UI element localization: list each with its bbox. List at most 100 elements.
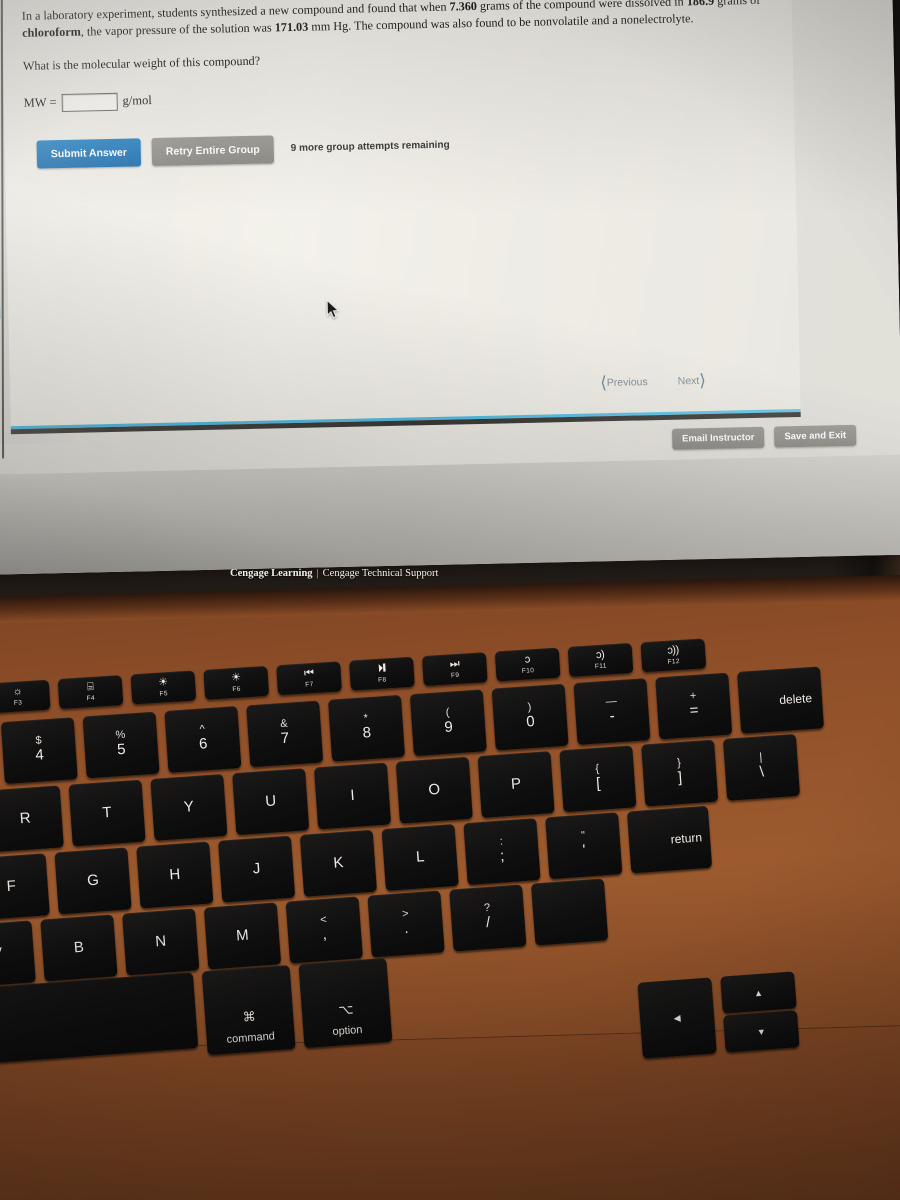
key-B[interactable]: B [40, 914, 118, 982]
key-primary-label: ] [677, 769, 683, 787]
save-and-exit-button[interactable]: Save and Exit [774, 424, 857, 448]
key-space[interactable] [0, 972, 199, 1073]
key-I[interactable]: I [313, 762, 392, 830]
key-shift-label: ( [445, 706, 450, 720]
function-key-label: F5 [159, 690, 169, 698]
key-f5[interactable]: ☀ F5 [130, 670, 197, 705]
key-][interactable]: }] [641, 739, 719, 807]
function-key-label: F3 [13, 699, 23, 707]
next-button[interactable]: Next⟩ [677, 371, 707, 392]
key-delete[interactable]: delete [737, 666, 825, 734]
arrow-up-key[interactable]: ▲ [720, 971, 797, 1014]
next-label: Next [677, 374, 700, 388]
key-return[interactable]: return [626, 805, 713, 874]
function-key-label: F7 [305, 681, 314, 689]
key-V[interactable]: V [0, 920, 36, 988]
key-O[interactable]: O [395, 756, 473, 824]
keyboard[interactable]: ☼F3⌸F4☀F5☀F6⏮F7⏵❙F8⏭F9ᴐF10ᴐ)F11ᴐ))F12 #3… [0, 638, 900, 1073]
footer-action-buttons: Email Instructor Save and Exit [671, 424, 857, 450]
key-option[interactable]: ⌥ option [298, 957, 393, 1049]
key-M[interactable]: M [203, 902, 282, 970]
key-comma[interactable]: <, [285, 896, 363, 964]
key-primary-label: K [332, 853, 344, 872]
key-N[interactable]: N [122, 908, 200, 976]
key-[[interactable]: {[ [559, 745, 637, 813]
function-key-icon: ᴐ [524, 653, 531, 666]
function-key-icon: ⏭ [449, 657, 460, 671]
answer-unit: g/mol [122, 93, 152, 108]
key-5[interactable]: % 5 [82, 711, 160, 779]
cengage-learning-link[interactable]: Cengage Learning [230, 568, 313, 579]
key-J[interactable]: J [217, 835, 296, 903]
key-f7[interactable]: ⏮ F7 [276, 661, 342, 696]
cengage-support-link[interactable]: Cengage Technical Support [323, 568, 439, 579]
molecular-weight-input[interactable] [61, 92, 118, 112]
function-key-label: F4 [86, 694, 96, 703]
key-primary-label: . [403, 919, 410, 938]
compound-mass-value: 7.360 [449, 0, 478, 14]
key-right-shift[interactable] [530, 878, 609, 946]
key-primary-label: I [349, 786, 356, 804]
arrow-key-cluster[interactable]: ◀ ▲ ▼ [637, 971, 800, 1059]
function-key-icon: ⏵❙ [377, 662, 386, 675]
key-8[interactable]: * 8 [327, 694, 406, 762]
key-Y[interactable]: Y [150, 773, 228, 841]
key-f9[interactable]: ⏭ F9 [421, 652, 488, 687]
key-shift-label: > [401, 907, 409, 921]
option-icon: ⌥ [337, 1001, 354, 1018]
key-f11[interactable]: ᴐ) F11 [567, 642, 634, 677]
function-key-icon: ⌸ [86, 680, 94, 694]
key-R[interactable]: R [0, 785, 64, 853]
key-P[interactable]: P [477, 751, 555, 819]
key-7[interactable]: & 7 [246, 700, 324, 768]
key-primary-label: , [321, 925, 328, 944]
key--[interactable]: — - [573, 678, 651, 746]
key-backslash[interactable]: | \ [722, 733, 801, 801]
arrow-left-key[interactable]: ◀ [637, 977, 717, 1059]
key-f10[interactable]: ᴐ F10 [494, 647, 561, 682]
key-primary-label: G [86, 871, 100, 889]
key-0[interactable]: ) 0 [491, 683, 569, 751]
key-=[interactable]: + = [655, 672, 733, 740]
answer-label: MW = [23, 95, 57, 111]
function-key-label: F6 [232, 685, 242, 694]
function-key-label: F9 [450, 671, 460, 680]
arrow-down-key[interactable]: ▼ [723, 1010, 800, 1053]
key-'[interactable]: " ' [545, 812, 623, 880]
key-shift-label: ? [483, 901, 491, 915]
text: , the vapor pressure of the solution was [80, 20, 275, 39]
key-F[interactable]: F [0, 853, 50, 921]
key-primary-label: P [510, 774, 522, 793]
key-f3[interactable]: ☼ F3 [0, 679, 51, 714]
retry-entire-group-button[interactable]: Retry Entire Group [151, 135, 275, 167]
previous-button[interactable]: ⟨Previous [600, 372, 648, 393]
submit-answer-button[interactable]: Submit Answer [36, 138, 142, 169]
key-f8[interactable]: ⏵❙ F8 [349, 656, 415, 691]
key-6[interactable]: ^ 6 [164, 706, 242, 773]
email-instructor-button[interactable]: Email Instructor [671, 426, 765, 450]
key-primary-label: 4 [34, 746, 45, 765]
key-9[interactable]: (9 [409, 689, 487, 757]
key-K[interactable]: K [299, 829, 378, 897]
key-primary-label: 7 [280, 729, 290, 748]
key-4[interactable]: $4 [0, 717, 78, 785]
key-shift-label: ^ [199, 723, 206, 736]
pagination-controls: ⟨Previous Next⟩ [600, 371, 706, 393]
key-;[interactable]: :; [463, 818, 541, 886]
solution-vp-value: 171.03 [274, 19, 309, 35]
browser-page: ✓2req✓✓pt✓pt✓pt1reqpt✓1 pt1req1 pt1req1 … [0, 0, 900, 576]
key-f12[interactable]: ᴐ)) F12 [640, 638, 707, 673]
key-L[interactable]: L [381, 823, 459, 892]
key-f4[interactable]: ⌸ F4 [57, 675, 124, 710]
key-slash[interactable]: ? / [449, 884, 527, 952]
key-H[interactable]: H [136, 841, 214, 909]
key-T[interactable]: T [68, 779, 146, 847]
key-primary-label: J [252, 859, 261, 878]
key-G[interactable]: G [54, 847, 132, 915]
key-f6[interactable]: ☀ F6 [203, 665, 270, 700]
key-primary-label: 8 [362, 724, 372, 742]
key-command[interactable]: ⌘ command [201, 965, 296, 1056]
function-key-icon: ⏮ [303, 667, 314, 680]
key-period[interactable]: >. [367, 890, 445, 958]
key-U[interactable]: U [232, 768, 310, 836]
